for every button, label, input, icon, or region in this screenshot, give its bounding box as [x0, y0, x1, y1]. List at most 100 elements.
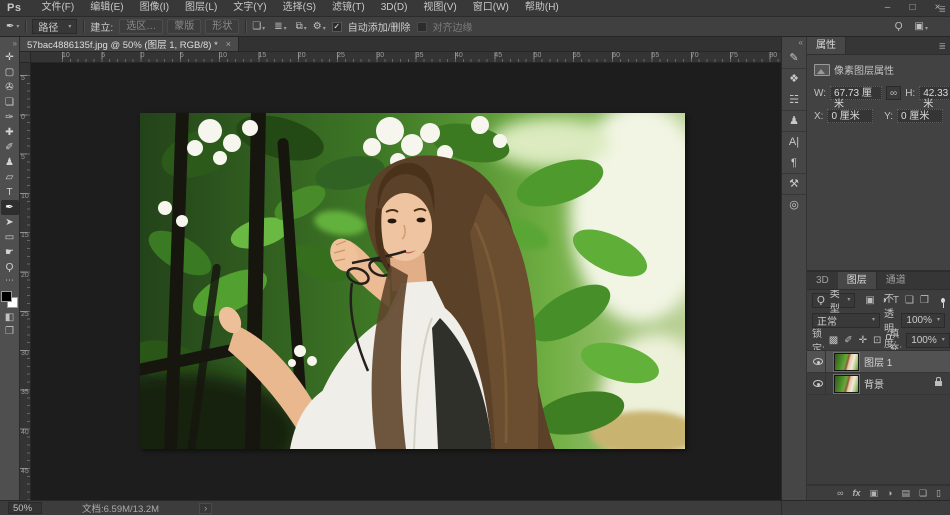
- opacity-select[interactable]: 100% ▾: [901, 313, 945, 328]
- clone-stamp-tool[interactable]: ♟: [1, 155, 19, 170]
- rectangle-tool[interactable]: ▭: [1, 230, 19, 245]
- menu-item[interactable]: 滤镜(T): [324, 0, 373, 16]
- layer-thumbnail[interactable]: [834, 353, 859, 371]
- make-button[interactable]: 选区…: [119, 19, 163, 34]
- layer-row[interactable]: 图层 1: [807, 351, 950, 373]
- path-arrange-icon[interactable]: ⧉▾: [296, 21, 307, 32]
- document-tab[interactable]: 57bac4886135f.jpg @ 50% (图层 1, RGB/8) * …: [20, 37, 239, 51]
- make-button[interactable]: 蒙版: [167, 19, 201, 34]
- type-tool[interactable]: T: [1, 185, 19, 200]
- path-operations-icon[interactable]: ❏▾: [252, 21, 265, 32]
- eyedropper-tool[interactable]: ✑: [1, 110, 19, 125]
- menu-item[interactable]: 3D(D): [373, 0, 416, 16]
- filter-smart-object-icon[interactable]: ❒: [920, 295, 929, 306]
- panel-menu-icon[interactable]: ≣: [938, 41, 946, 52]
- panel-tab[interactable]: 通道: [877, 272, 915, 289]
- layer-visibility-toggle[interactable]: [811, 351, 826, 372]
- filter-toggle-icon[interactable]: [941, 298, 945, 303]
- tab-close-icon[interactable]: ×: [226, 39, 231, 49]
- brush-tool[interactable]: ✐: [1, 140, 19, 155]
- zoom-tool[interactable]: Ϙ: [1, 260, 19, 275]
- menu-item[interactable]: 图层(L): [177, 0, 225, 16]
- path-selection-tool[interactable]: ➤: [1, 215, 19, 230]
- dock-collapse-icon[interactable]: «: [799, 37, 803, 48]
- make-button[interactable]: 形状: [205, 19, 239, 34]
- styles-panel-icon[interactable]: ◎: [782, 195, 806, 216]
- character-panel-icon[interactable]: A|: [782, 132, 806, 153]
- panel-menu-icon[interactable]: ≣: [938, 4, 946, 15]
- fill-select[interactable]: 100% ▾: [906, 333, 950, 348]
- height-field[interactable]: 42.33 厘米: [919, 86, 950, 100]
- minimize-button[interactable]: –: [875, 0, 900, 16]
- pasteboard[interactable]: [31, 63, 781, 500]
- status-expand-icon[interactable]: ›: [199, 503, 212, 514]
- menu-item[interactable]: 视图(V): [415, 0, 464, 16]
- menu-item[interactable]: 文字(Y): [225, 0, 274, 16]
- menu-item[interactable]: 编辑(E): [82, 0, 131, 16]
- move-tool[interactable]: ✛: [1, 50, 19, 65]
- lock-transparency-icon[interactable]: ▩: [829, 335, 838, 346]
- eraser-tool[interactable]: ▱: [1, 170, 19, 185]
- tool-mode-select[interactable]: 路径 ▾: [32, 19, 77, 34]
- foreground-swatch[interactable]: [1, 291, 12, 302]
- rectangular-marquee-tool[interactable]: ▢: [1, 65, 19, 80]
- y-field[interactable]: 0 厘米: [897, 109, 943, 123]
- pen-tool[interactable]: ✒: [1, 200, 19, 215]
- lock-position-icon[interactable]: ✛: [859, 335, 867, 346]
- width-field[interactable]: 67.73 厘米: [830, 86, 882, 100]
- filter-pixel-layers-icon[interactable]: ▣: [865, 295, 874, 306]
- layer-style-button[interactable]: fx: [852, 488, 860, 498]
- menu-item[interactable]: 文件(F): [33, 0, 82, 16]
- paragraph-panel-icon[interactable]: ¶: [782, 153, 806, 174]
- more-tools-icon[interactable]: ⋯: [5, 275, 14, 287]
- workspace-switcher-icon[interactable]: ▣▾: [915, 21, 928, 32]
- adjustments-panel-icon[interactable]: ☵: [782, 90, 806, 111]
- link-dimensions-icon[interactable]: ∞: [886, 86, 901, 100]
- layer-row[interactable]: 背景: [807, 373, 950, 395]
- ruler-corner[interactable]: [20, 52, 31, 63]
- screen-mode-icon[interactable]: ❐: [5, 325, 14, 339]
- new-group-button[interactable]: ▤: [901, 489, 910, 498]
- x-field[interactable]: 0 厘米: [827, 109, 873, 123]
- search-icon[interactable]: Ϙ: [895, 21, 903, 32]
- auto-add-checkbox[interactable]: ✓: [332, 22, 342, 32]
- menu-item[interactable]: 窗口(W): [465, 0, 517, 16]
- menu-item[interactable]: 图像(I): [132, 0, 177, 16]
- new-layer-button[interactable]: ❑: [919, 489, 927, 498]
- clone-source-panel-icon[interactable]: ♟: [782, 111, 806, 132]
- align-edges-checkbox[interactable]: [417, 22, 427, 32]
- filter-shape-layers-icon[interactable]: ❑: [905, 295, 914, 306]
- panel-tab[interactable]: 图层: [838, 272, 877, 289]
- canvas-image[interactable]: [140, 113, 685, 449]
- zoom-level-field[interactable]: 50%: [8, 502, 42, 514]
- new-adjustment-layer-button[interactable]: ◑: [887, 489, 892, 498]
- hand-tool[interactable]: ☛: [1, 245, 19, 260]
- toolbar-collapse-icon[interactable]: »: [13, 38, 17, 50]
- filter-type-select[interactable]: Ϙ 类型 ▾: [812, 293, 855, 308]
- quick-selection-tool[interactable]: ❏: [1, 95, 19, 110]
- add-layer-mask-button[interactable]: ▣: [870, 489, 879, 498]
- layer-visibility-toggle[interactable]: [811, 373, 826, 394]
- layer-thumbnail[interactable]: [834, 375, 859, 393]
- delete-layer-button[interactable]: ▯: [936, 489, 941, 498]
- panel-tab[interactable]: 3D: [807, 272, 838, 289]
- path-op-buttons: ❏▾ ≣▾ ⧉▾: [252, 21, 307, 32]
- lock-pixels-icon[interactable]: ✐: [844, 335, 852, 346]
- horizontal-ruler[interactable]: 10505101520253035404550556065707580: [31, 52, 781, 63]
- gear-icon[interactable]: ⚙▾: [313, 21, 326, 32]
- menu-item[interactable]: 帮助(H): [517, 0, 567, 16]
- lock-artboard-icon[interactable]: ⊡: [873, 335, 881, 346]
- active-tool-chip[interactable]: ✒ ▾: [6, 21, 19, 32]
- brush-settings-panel-icon[interactable]: ✎: [782, 48, 806, 69]
- spot-healing-brush-tool[interactable]: ✚: [1, 125, 19, 140]
- link-layers-button[interactable]: ∞: [837, 489, 843, 498]
- quick-mask-icon[interactable]: ◧: [5, 311, 14, 325]
- maximize-button[interactable]: □: [900, 0, 925, 16]
- menu-item[interactable]: 选择(S): [275, 0, 324, 16]
- path-alignment-icon[interactable]: ≣▾: [274, 21, 286, 32]
- tab-properties[interactable]: 属性: [807, 37, 846, 54]
- swatches-panel-icon[interactable]: ❖: [782, 69, 806, 90]
- vertical-ruler[interactable]: 5051015202530354045: [20, 63, 31, 500]
- lasso-tool[interactable]: ✇: [1, 80, 19, 95]
- tool-presets-panel-icon[interactable]: ⚒: [782, 174, 806, 195]
